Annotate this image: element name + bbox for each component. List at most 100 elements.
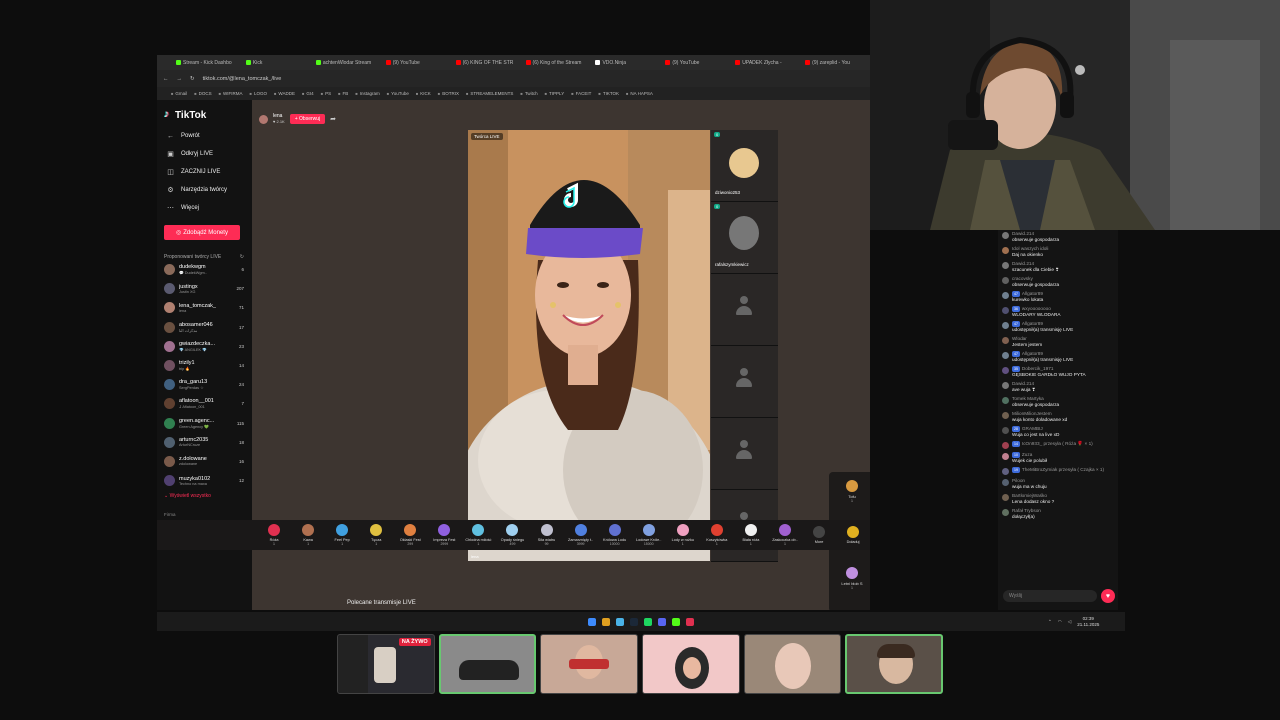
nav-item[interactable]: ⋯ Więcej [164, 199, 252, 217]
chat-avatar[interactable] [1002, 232, 1009, 239]
tiktok-logo[interactable]: TikTok [164, 109, 252, 121]
bar-gift[interactable]: Oklaski Fest 299 [393, 524, 427, 546]
discord-icon[interactable] [658, 617, 666, 626]
bookmark-item[interactable]: BOTRIX [438, 91, 459, 96]
chat-avatar[interactable] [1002, 262, 1009, 269]
chat-avatar[interactable] [1002, 397, 1009, 404]
chat-user[interactable]: 14 IcOn933_ przesyła ( Róża 🌹 × 1) [1012, 441, 1093, 447]
bookmark-item[interactable]: FACEIT [571, 91, 592, 96]
creator-item[interactable]: dudekwgm 💬 DudekWgm.. 6 [164, 260, 244, 279]
bookmark-item[interactable]: Twitch [520, 91, 538, 96]
spotify-icon[interactable] [644, 617, 652, 626]
bookmark-item[interactable]: Gmail [171, 91, 187, 96]
chat-avatar[interactable] [1002, 494, 1009, 501]
creator-item[interactable]: lena_tomczak_ lena 71 [164, 298, 244, 317]
volume-icon[interactable]: ◁ [1068, 619, 1071, 625]
bar-gift[interactable]: Chłodna miłość 1 [461, 524, 495, 546]
bookmark-item[interactable]: TIPPLY [545, 91, 564, 96]
guest-slot[interactable] [711, 274, 778, 346]
bookmark-item[interactable]: PS [321, 91, 331, 96]
host-avatar[interactable] [259, 114, 268, 124]
bar-gift[interactable]: Koszykówka 1 [700, 524, 734, 546]
bar-gift[interactable]: Róża 1 [257, 524, 291, 546]
file-explorer-icon[interactable] [602, 617, 610, 626]
bookmark-item[interactable]: STREAMELEMENTS [466, 91, 513, 96]
guest-slot[interactable] [711, 418, 778, 490]
reload-icon[interactable]: ↻ [190, 76, 195, 82]
get-coins-button[interactable]: ◎ Zdobądź Monety [164, 225, 240, 240]
browser-tab[interactable]: UPADEK Złycha - [732, 57, 800, 68]
nav-item[interactable]: ◫ ZACZNIJ LIVE [164, 163, 252, 181]
guest-slot[interactable]: 0 dziwonio253 [711, 130, 778, 202]
creator-item[interactable]: z.dolowane zdolowane 16 [164, 452, 244, 471]
live-video[interactable]: Twórca LIVE lena [468, 130, 710, 561]
bookmark-item[interactable]: KICK [416, 91, 431, 96]
bookmark-item[interactable]: Instagram [355, 91, 380, 96]
creator-item[interactable]: abosamer046 مذکرات ﺍﻟﻨﺎ 17 [164, 318, 244, 337]
creator-item[interactable]: trizily1 trip 🔥 14 [164, 356, 244, 375]
bookmark-item[interactable]: YouTube [387, 91, 409, 96]
chat-avatar[interactable] [1002, 453, 1009, 460]
chat-avatar[interactable] [1002, 382, 1009, 389]
chat-avatar[interactable] [1002, 322, 1009, 329]
thumb-person-1[interactable] [540, 634, 639, 694]
bookmark-item[interactable]: FB [338, 91, 349, 96]
creator-item[interactable]: muzyka0102 Techno na maxa 12 [164, 471, 244, 490]
forward-icon[interactable]: → [177, 76, 183, 82]
bar-gift[interactable]: Impreza Fest 2999 [427, 524, 461, 546]
chat-avatar[interactable] [1002, 468, 1009, 475]
chat-avatar[interactable] [1002, 442, 1009, 449]
chat-avatar[interactable] [1002, 427, 1009, 434]
thumb-car[interactable] [438, 634, 537, 694]
creator-item[interactable]: green.agenc... Green Agency 💚 115 [164, 414, 244, 433]
see-all-link[interactable]: ⌄ Wyświetl wszystko [164, 493, 252, 499]
thumb-person-2[interactable] [642, 634, 740, 694]
chat-avatar[interactable] [1002, 412, 1009, 419]
browser-tab[interactable]: (6) King of the Stream [523, 57, 591, 68]
guest-slot[interactable] [711, 346, 778, 418]
bookmark-item[interactable]: TIKTOK [598, 91, 619, 96]
url-text[interactable]: tiktok.com/@lena_tomczak_/live [203, 76, 282, 82]
chat-avatar[interactable] [1002, 277, 1009, 284]
chat-input[interactable]: Wyślij [1003, 590, 1097, 602]
bookmark-item[interactable]: WADDE [274, 91, 295, 96]
chat-user[interactable]: 19 TheMiBroZymiak przesyła ( Czajka × 1) [1012, 467, 1104, 473]
bookmark-item[interactable]: NA HAPSA [626, 91, 653, 96]
chat-avatar[interactable] [1002, 247, 1009, 254]
chat-avatar[interactable] [1002, 292, 1009, 299]
footer-link[interactable]: Firma [164, 511, 252, 519]
popup-gift[interactable]: Tofu 1 [832, 480, 870, 517]
nav-item[interactable]: ⚙ Narzędzia twórcy [164, 181, 252, 199]
browser-tab[interactable]: VDO.Ninja [592, 57, 660, 68]
share-icon[interactable]: ➦ [330, 115, 336, 123]
bar-gift[interactable]: Zamarznięty t.. 3999 [564, 524, 598, 546]
guest-slot[interactable]: 0 rafalszymkiewicz [711, 202, 778, 274]
creator-item[interactable]: justingx Justin XG 207 [164, 279, 244, 298]
bar-gift[interactable]: Kawa 1 [291, 524, 325, 546]
follow-button[interactable]: + Obserwuj [289, 114, 326, 124]
creator-item[interactable]: aflatoon__001 لـ Aflatoon_001 7 [164, 394, 244, 413]
browser-tab[interactable]: Kick [243, 57, 311, 68]
thumb-person-4[interactable] [845, 634, 944, 694]
bar-gift[interactable]: Lodowe Króle.. 15000 [632, 524, 666, 546]
browser-tab[interactable]: Stream - Kick Dashbo [173, 57, 241, 68]
steam-icon[interactable] [630, 617, 638, 626]
creator-item[interactable]: gwiazdeczka... 💎 ANGILEK 💎 23 [164, 337, 244, 356]
nav-item[interactable]: ← Powrót [164, 127, 252, 145]
browser-tab[interactable]: (9) YouTube [383, 57, 451, 68]
chat-avatar[interactable] [1002, 479, 1009, 486]
popup-gift[interactable]: Letni blob S1 [832, 566, 870, 604]
browser-tab[interactable]: (6) KING OF THE STR [453, 57, 521, 68]
bookmark-item[interactable]: GI4 [302, 91, 313, 96]
wifi-icon[interactable]: ◠ [1058, 619, 1062, 625]
address-bar[interactable]: ← → ↻ tiktok.com/@lena_tomczak_/live [157, 70, 870, 87]
bar-gift[interactable]: Zaskoczka ob.. 1 [768, 524, 802, 546]
obs-icon[interactable] [686, 617, 694, 626]
bookmark-item[interactable]: LOGO [250, 91, 267, 96]
nav-item[interactable]: ▣ Odkryj LIVE [164, 145, 252, 163]
thumb-stream[interactable]: NA ŻYWO [337, 634, 435, 694]
chat-avatar[interactable] [1002, 352, 1009, 359]
thumb-person-3[interactable] [743, 634, 842, 694]
heart-icon[interactable]: ♥ [1101, 589, 1115, 603]
chat-avatar[interactable] [1002, 367, 1009, 374]
